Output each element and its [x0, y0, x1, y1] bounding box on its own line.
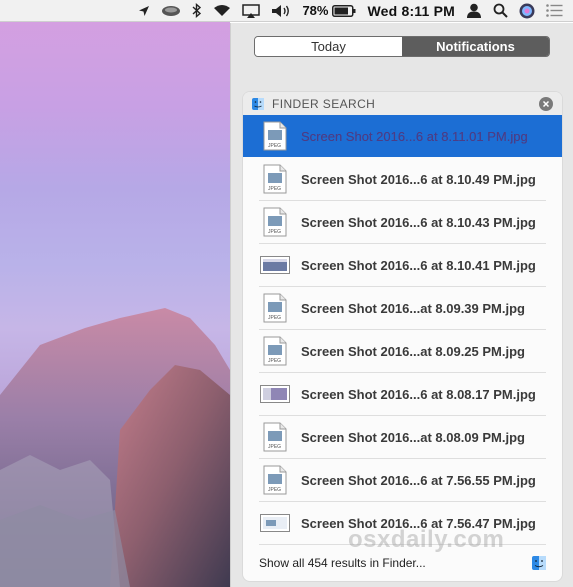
battery-percentage: 78% [302, 3, 329, 18]
battery-status[interactable]: 78% [302, 3, 356, 18]
finder-search-widget: FINDER SEARCH JPEG Screen Shot 2016...6 … [243, 92, 562, 581]
jpeg-file-icon: JPEG [260, 206, 290, 238]
result-name: Screen Shot 2016...6 at 8.10.41 PM.jpg [301, 257, 536, 273]
jpeg-file-icon: JPEG [260, 163, 290, 195]
svg-text:JPEG: JPEG [268, 444, 281, 450]
image-thumbnail-icon [260, 378, 290, 410]
watermark-text: osxdaily.com [348, 526, 505, 553]
result-name: Screen Shot 2016...at 8.08.09 PM.jpg [301, 429, 525, 445]
yosemite-mountain-image [0, 308, 230, 587]
notification-center-panel: Today Notifications FINDER SEARCH JPEG S… [230, 23, 573, 587]
finder-icon [252, 97, 264, 110]
result-name: Screen Shot 2016...6 at 7.56.55 PM.jpg [301, 472, 536, 488]
wifi-icon[interactable] [213, 4, 231, 17]
airplay-icon[interactable] [242, 3, 261, 18]
svg-text:JPEG: JPEG [268, 315, 281, 321]
tab-notifications[interactable]: Notifications [402, 37, 549, 56]
svg-text:JPEG: JPEG [268, 186, 281, 192]
finder-icon[interactable] [532, 556, 546, 570]
close-widget-button[interactable] [539, 97, 553, 111]
jpeg-file-icon: JPEG [260, 335, 290, 367]
search-result-row[interactable]: Screen Shot 2016...6 at 8.08.17 PM.jpg [243, 373, 562, 415]
volume-icon[interactable] [271, 4, 291, 18]
search-result-row[interactable]: JPEG Screen Shot 2016...at 8.09.39 PM.jp… [243, 287, 562, 329]
svg-text:JPEG: JPEG [268, 229, 281, 235]
jpeg-file-icon: JPEG [260, 421, 290, 453]
jpeg-file-icon: JPEG [260, 292, 290, 324]
disk-icon[interactable] [161, 5, 181, 17]
siri-icon[interactable] [519, 3, 535, 19]
jpeg-file-icon: JPEG [260, 120, 290, 152]
result-name: Screen Shot 2016...6 at 8.08.17 PM.jpg [301, 386, 536, 402]
result-name: Screen Shot 2016...6 at 8.11.01 PM.jpg [301, 128, 528, 144]
search-result-row[interactable]: JPEG Screen Shot 2016...6 at 8.10.49 PM.… [243, 158, 562, 200]
notification-center-icon[interactable] [546, 4, 563, 17]
search-result-row[interactable]: Screen Shot 2016...6 at 8.10.41 PM.jpg [243, 244, 562, 286]
result-name: Screen Shot 2016...at 8.09.39 PM.jpg [301, 300, 525, 316]
search-result-row[interactable]: JPEG Screen Shot 2016...at 8.09.25 PM.jp… [243, 330, 562, 372]
user-icon[interactable] [466, 3, 482, 18]
jpeg-file-icon: JPEG [260, 464, 290, 496]
bluetooth-icon[interactable] [192, 3, 202, 18]
menu-bar-clock[interactable]: Wed 8:11 PM [367, 3, 455, 19]
result-name: Screen Shot 2016...6 at 8.10.43 PM.jpg [301, 214, 536, 230]
svg-text:JPEG: JPEG [268, 358, 281, 364]
spotlight-search-icon[interactable] [493, 3, 508, 18]
show-all-results-link[interactable]: Show all 454 results in Finder... [259, 556, 426, 570]
widget-header: FINDER SEARCH [243, 92, 562, 115]
desktop-wallpaper [0, 0, 230, 587]
result-name: Screen Shot 2016...at 8.09.25 PM.jpg [301, 343, 525, 359]
today-notifications-segmented-control: Today Notifications [254, 36, 550, 57]
search-result-row[interactable]: JPEG Screen Shot 2016...at 8.08.09 PM.jp… [243, 416, 562, 458]
image-thumbnail-icon [260, 249, 290, 281]
battery-icon [332, 4, 356, 17]
image-thumbnail-icon [260, 507, 290, 539]
menu-bar: 78% Wed 8:11 PM [0, 0, 573, 22]
result-name: Screen Shot 2016...6 at 8.10.49 PM.jpg [301, 171, 536, 187]
svg-text:JPEG: JPEG [268, 143, 281, 149]
location-arrow-icon[interactable] [138, 5, 150, 17]
widget-title: FINDER SEARCH [272, 96, 376, 111]
close-icon [542, 100, 550, 108]
svg-text:JPEG: JPEG [268, 487, 281, 493]
search-result-row[interactable]: JPEG Screen Shot 2016...6 at 7.56.55 PM.… [243, 459, 562, 501]
tab-today[interactable]: Today [255, 37, 402, 56]
search-result-row[interactable]: JPEG Screen Shot 2016...6 at 8.11.01 PM.… [243, 115, 562, 157]
search-result-row[interactable]: JPEG Screen Shot 2016...6 at 8.10.43 PM.… [243, 201, 562, 243]
